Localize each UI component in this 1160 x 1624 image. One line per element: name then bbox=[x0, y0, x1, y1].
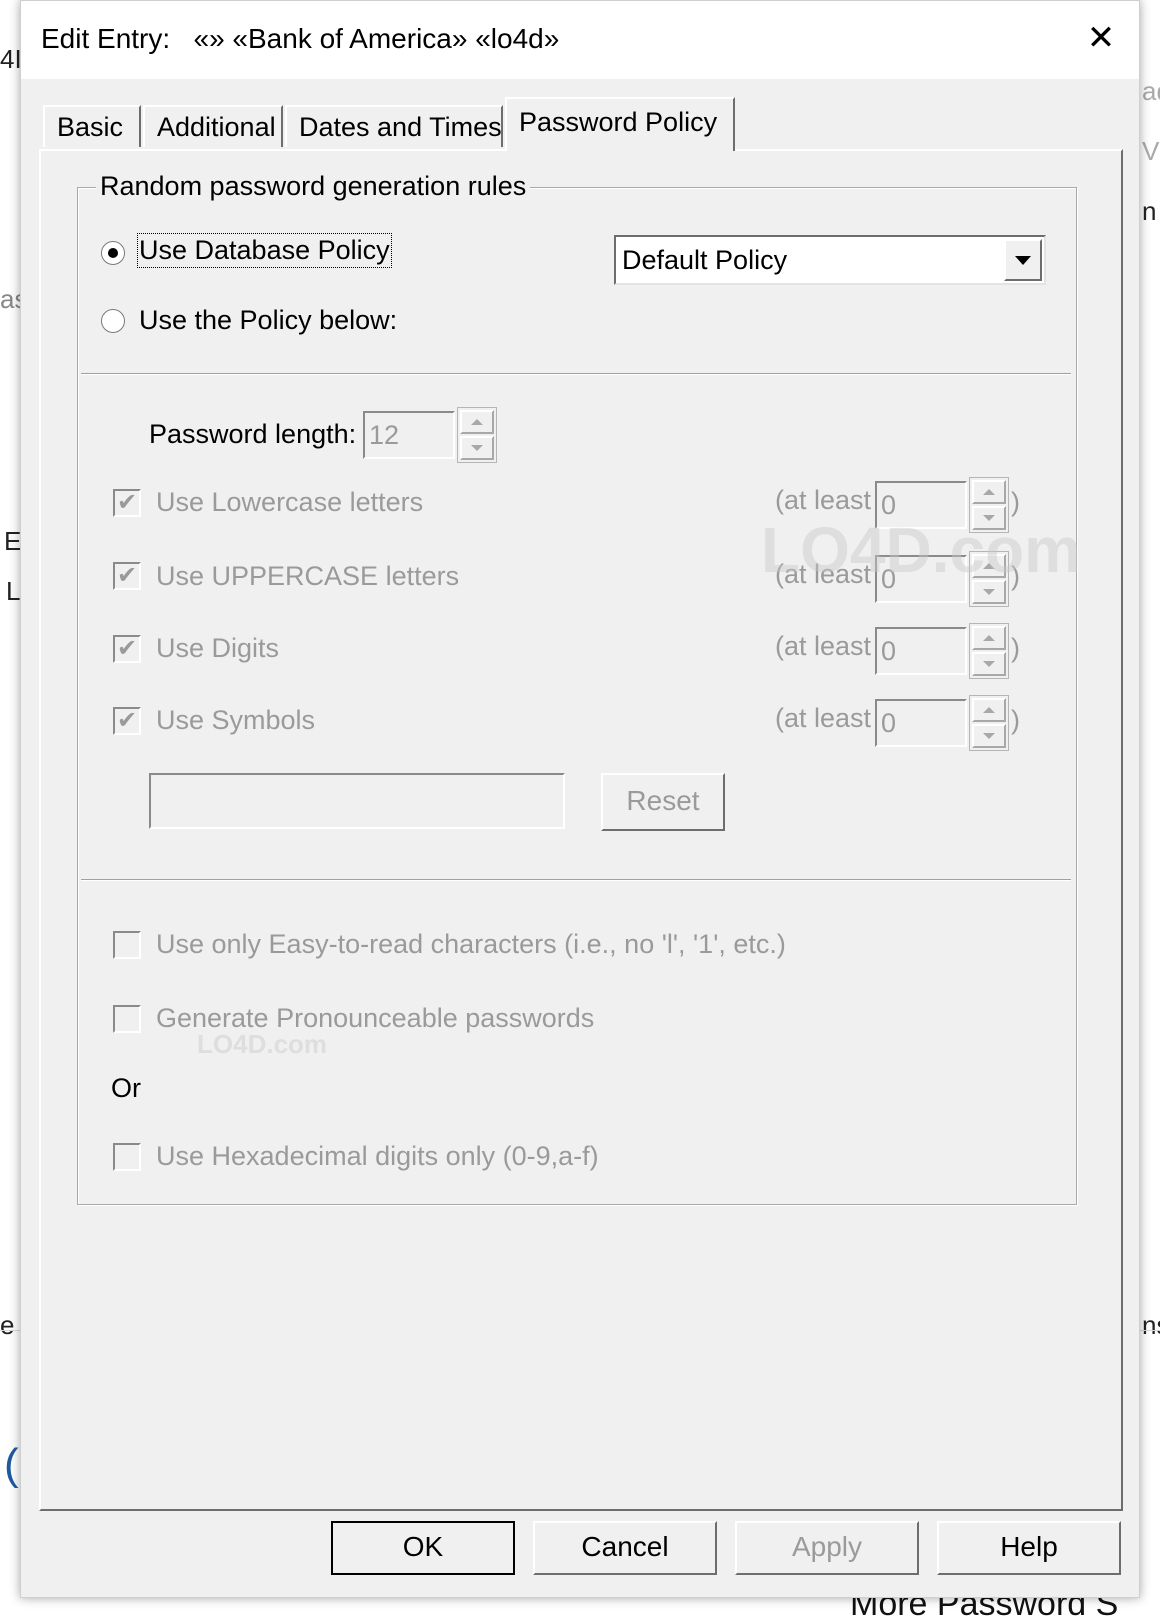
easy-to-read-label[interactable]: Use only Easy-to-read characters (i.e., … bbox=[156, 929, 786, 960]
symbols-min-spinner[interactable] bbox=[969, 695, 1009, 751]
tab-dates-and-times[interactable]: Dates and Times bbox=[285, 105, 503, 147]
use-database-policy-label[interactable]: Use Database Policy bbox=[137, 233, 392, 268]
policy-select-value: Default Policy bbox=[622, 245, 788, 275]
spin-up-icon[interactable] bbox=[972, 626, 1006, 650]
policy-dropdown-button[interactable] bbox=[1004, 239, 1042, 281]
digits-checkbox[interactable]: ✔ bbox=[113, 635, 141, 663]
digits-label[interactable]: Use Digits bbox=[156, 633, 279, 664]
background-fragment: E bbox=[4, 526, 22, 556]
digits-min-field[interactable] bbox=[875, 627, 967, 675]
background-fragment: e bbox=[0, 1310, 15, 1340]
use-database-policy-radio[interactable] bbox=[101, 241, 125, 265]
background-divider bbox=[0, 1330, 20, 1331]
easy-to-read-checkbox[interactable] bbox=[113, 931, 141, 959]
background-fragment: ( bbox=[4, 1440, 19, 1489]
tab-password-policy[interactable]: Password Policy bbox=[505, 97, 735, 151]
separator bbox=[81, 879, 1071, 881]
symbols-label[interactable]: Use Symbols bbox=[156, 705, 315, 736]
background-fragment: L bbox=[6, 576, 21, 606]
spin-up-icon[interactable] bbox=[972, 698, 1006, 722]
policy-select[interactable]: Default Policy bbox=[614, 235, 1046, 285]
watermark-logo: LO4D.com bbox=[761, 514, 1082, 586]
tab-basic[interactable]: Basic bbox=[43, 105, 141, 147]
tab-additional[interactable]: Additional bbox=[143, 105, 283, 147]
separator bbox=[81, 373, 1071, 375]
watermark-logo: LO4D.com bbox=[197, 1029, 328, 1059]
edit-entry-dialog: Edit Entry: «» «Bank of America» «lo4d» … bbox=[20, 0, 1140, 1598]
apply-button[interactable]: Apply bbox=[735, 1521, 919, 1575]
symbols-min-field[interactable] bbox=[875, 699, 967, 747]
spin-down-icon[interactable] bbox=[972, 724, 1006, 748]
lowercase-label[interactable]: Use Lowercase letters bbox=[156, 487, 423, 518]
digits-min-spinner[interactable] bbox=[969, 623, 1009, 679]
password-length-spinner[interactable] bbox=[457, 407, 497, 463]
cancel-button[interactable]: Cancel bbox=[533, 1521, 717, 1575]
spin-down-icon[interactable] bbox=[972, 652, 1006, 676]
lowercase-at-least-label: (at least bbox=[775, 485, 872, 515]
digits-close-paren: ) bbox=[1011, 633, 1020, 663]
use-policy-below-radio[interactable] bbox=[101, 309, 125, 333]
symbol-set-field[interactable] bbox=[149, 773, 565, 829]
symbols-checkbox[interactable]: ✔ bbox=[113, 707, 141, 735]
password-length-label: Password length: bbox=[149, 419, 357, 449]
background-app-right bbox=[1140, 0, 1160, 1615]
background-fragment: Vi bbox=[1142, 136, 1160, 166]
radio-selected-dot bbox=[108, 248, 118, 258]
or-label: Or bbox=[111, 1073, 141, 1103]
uppercase-checkbox[interactable]: ✔ bbox=[113, 562, 141, 590]
symbols-at-least-label: (at least bbox=[775, 703, 872, 733]
uppercase-label[interactable]: Use UPPERCASE letters bbox=[156, 561, 459, 592]
spin-up-icon[interactable] bbox=[972, 480, 1006, 504]
background-fragment: ad bbox=[1142, 76, 1160, 106]
digits-at-least-label: (at least bbox=[775, 631, 872, 661]
hexadecimal-checkbox[interactable] bbox=[113, 1143, 141, 1171]
background-fragment: ns bbox=[1142, 1310, 1160, 1340]
hexadecimal-label[interactable]: Use Hexadecimal digits only (0-9,a-f) bbox=[156, 1141, 599, 1172]
background-fragment: 4I bbox=[0, 44, 22, 74]
background-app-left bbox=[0, 0, 20, 1615]
chevron-down-icon bbox=[1015, 256, 1031, 265]
ok-button[interactable]: OK bbox=[331, 1521, 515, 1575]
help-button[interactable]: Help bbox=[937, 1521, 1121, 1575]
symbols-close-paren: ) bbox=[1011, 705, 1020, 735]
window-title: Edit Entry: «» «Bank of America» «lo4d» bbox=[41, 23, 560, 54]
lowercase-checkbox[interactable]: ✔ bbox=[113, 489, 141, 517]
spin-up-icon[interactable] bbox=[460, 410, 494, 434]
pronounceable-checkbox[interactable] bbox=[113, 1005, 141, 1033]
group-legend: Random password generation rules bbox=[96, 171, 531, 202]
background-divider bbox=[1140, 1330, 1160, 1331]
background-fragment: n bbox=[1142, 196, 1157, 226]
reset-button[interactable]: Reset bbox=[601, 773, 725, 831]
title-bar: Edit Entry: «» «Bank of America» «lo4d» … bbox=[21, 1, 1139, 79]
close-icon[interactable]: ✕ bbox=[1083, 21, 1119, 57]
use-policy-below-label[interactable]: Use the Policy below: bbox=[139, 305, 397, 336]
password-length-field[interactable] bbox=[363, 411, 455, 459]
spin-down-icon[interactable] bbox=[460, 436, 494, 460]
